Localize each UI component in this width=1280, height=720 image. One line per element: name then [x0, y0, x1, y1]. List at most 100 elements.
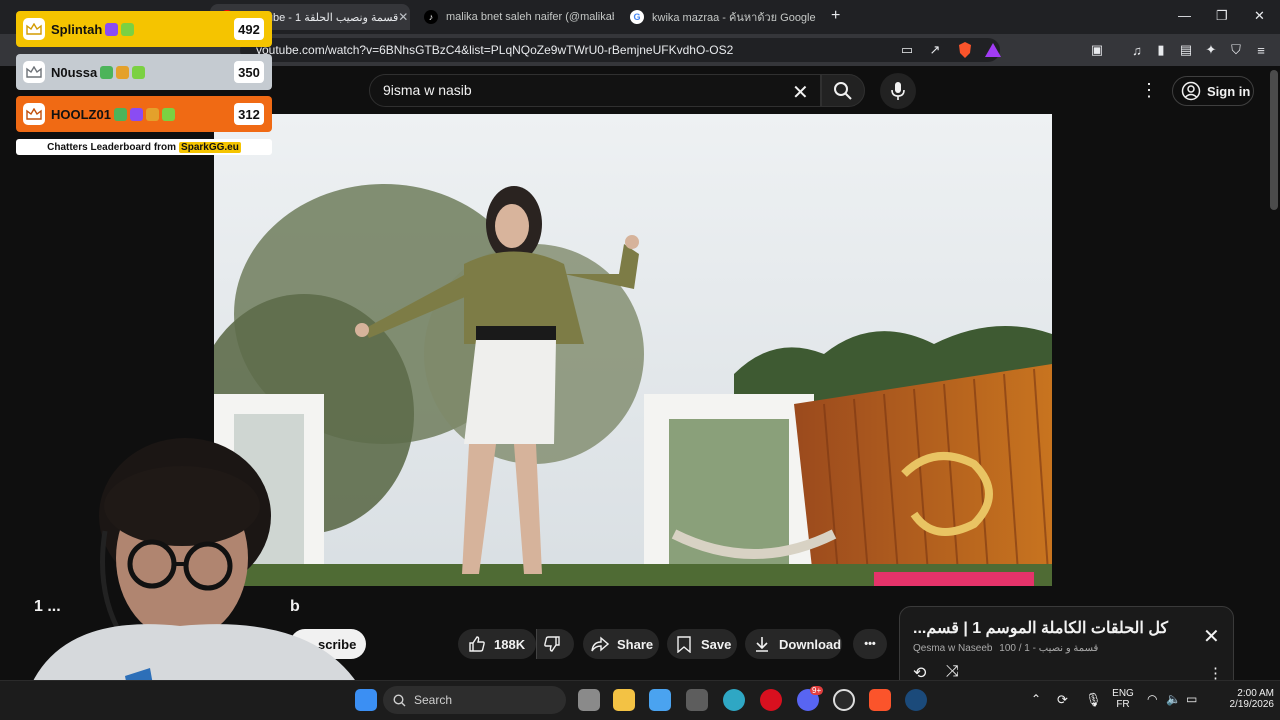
settings-menu-icon[interactable]: ⋮	[1140, 80, 1158, 101]
edge-icon[interactable]	[723, 689, 745, 711]
save-button[interactable]: Save	[667, 629, 737, 659]
brave-icon[interactable]	[869, 689, 891, 711]
leaderboard-name: HOOLZ01	[51, 106, 111, 122]
battery-icon[interactable]: ▭	[1186, 692, 1197, 706]
clock-time: 2:00 AM	[1237, 688, 1274, 699]
brave-shield-icon[interactable]	[957, 42, 973, 58]
steam-icon[interactable]	[905, 689, 927, 711]
webcam-overlay	[0, 436, 385, 720]
badge-icon	[105, 22, 119, 36]
wallet-icon[interactable]: ▤	[1178, 42, 1194, 58]
clock[interactable]: 2:00 AM 2/19/2026	[1212, 688, 1275, 710]
sign-in-label: Sign in	[1207, 83, 1251, 99]
mic-icon	[891, 82, 905, 100]
search-icon	[393, 693, 406, 706]
language-indicator[interactable]: ENG FR	[1111, 688, 1135, 710]
badge-icon	[100, 65, 114, 79]
tiktok-favicon-icon: ♪	[424, 10, 438, 24]
leaderboard-score: 492	[234, 18, 264, 40]
leaderboard-footer: Chatters Leaderboard from SparkGG.eu	[16, 139, 272, 155]
cast-icon[interactable]: ▭	[899, 42, 915, 58]
save-label: Save	[701, 636, 732, 652]
obs-icon[interactable]	[833, 689, 855, 711]
badge-icon	[132, 65, 146, 79]
screenshot-icon[interactable]: ▣	[1089, 42, 1105, 58]
file-explorer-icon[interactable]	[613, 689, 635, 711]
media-icon[interactable]: ♫	[1129, 42, 1145, 58]
share-button[interactable]: Share	[583, 629, 659, 659]
google-favicon-icon: G	[630, 10, 644, 24]
search-icon	[834, 81, 852, 100]
clock-date: 2/19/2026	[1229, 699, 1275, 710]
crown-icon	[23, 61, 45, 83]
tab-label: malika bnet saleh naifer (@malikabne…	[446, 11, 614, 23]
leaderboard-row: Splintah 492	[16, 11, 272, 47]
playlist-title[interactable]: كل الحلقات الكاملة الموسم 1 | قسم...	[913, 618, 1188, 638]
share-page-icon[interactable]: ↗	[927, 42, 943, 58]
like-icon	[469, 636, 485, 652]
minimize-button[interactable]: —	[1178, 8, 1191, 23]
maximize-button[interactable]: ❐	[1216, 8, 1228, 24]
badge-icon	[121, 22, 135, 36]
playlist-meta: Qesma w Naseeb قسمة و نصيب - 1 / 100	[913, 643, 1098, 654]
start-icon[interactable]	[355, 689, 377, 711]
tab-tiktok[interactable]: ♪ malika bnet saleh naifer (@malikabne…	[414, 4, 614, 30]
share-icon	[591, 636, 609, 652]
webcam-feed	[20, 438, 375, 720]
scrollbar[interactable]	[1270, 70, 1278, 210]
dislike-button[interactable]	[536, 629, 574, 659]
leaderboard-footer-text: Chatters Leaderboard from	[47, 141, 177, 153]
chevron-up-icon[interactable]: ⌃	[1031, 692, 1041, 706]
leo-ai-icon[interactable]: ✦	[1203, 42, 1219, 58]
save-icon	[677, 636, 691, 653]
download-button[interactable]: Download	[745, 629, 842, 659]
sync-icon[interactable]: ⟳	[1057, 692, 1068, 708]
leaderboard-score: 312	[234, 103, 264, 125]
leaderboard-row: HOOLZ01 312	[16, 96, 272, 132]
leaderboard-name: Splintah	[51, 21, 103, 37]
taskbar-search[interactable]: Search	[383, 686, 566, 714]
search-query[interactable]: 9isma w nasib	[383, 82, 472, 98]
like-count: 188K	[494, 636, 526, 652]
mic-icon[interactable]: 🎙	[1085, 692, 1102, 708]
store-icon[interactable]	[649, 689, 671, 711]
badge-icon	[113, 107, 127, 121]
vpn-icon[interactable]: ⛉	[1228, 42, 1244, 58]
badge-icon	[161, 107, 175, 121]
sidebar-icon[interactable]: ▮	[1153, 42, 1169, 58]
playlist-channel[interactable]: Qesma w Naseeb	[913, 643, 992, 654]
menu-icon[interactable]: ≡	[1253, 42, 1269, 58]
url-text[interactable]: youtube.com/watch?v=6BNhsGTBzC4&list=PLq…	[256, 43, 733, 57]
brave-rewards-icon[interactable]	[985, 42, 1001, 58]
badge-icon	[129, 107, 143, 121]
leaderboard-brand: SparkGG.eu	[179, 141, 241, 153]
shuffle-icon[interactable]: ⤨	[946, 663, 959, 681]
close-window-button[interactable]: ✕	[1254, 8, 1265, 24]
leaderboard-score: 350	[234, 61, 264, 83]
close-tab-icon[interactable]: ✕	[398, 10, 408, 24]
like-button[interactable]: 188K	[458, 629, 536, 659]
task-view-icon[interactable]	[578, 689, 600, 711]
crown-icon	[23, 18, 45, 40]
taskbar-search-placeholder: Search	[414, 693, 453, 707]
leaderboard-row: N0ussa 350	[16, 54, 272, 90]
tab-label: kwika mazraa - ค้นหาด้วย Google	[652, 12, 816, 24]
opera-icon[interactable]	[760, 689, 782, 711]
playlist-sub: قسمة و نصيب - 1 / 100	[999, 643, 1099, 654]
new-tab-button[interactable]: +	[831, 7, 840, 25]
more-actions-button[interactable]: •••	[853, 629, 887, 659]
download-icon	[756, 637, 768, 652]
search-button[interactable]	[821, 74, 865, 107]
clear-search-icon[interactable]: ✕	[792, 80, 809, 105]
more-actions-icon: •••	[864, 638, 876, 650]
download-label: Download	[779, 636, 842, 652]
volume-icon[interactable]: 🔈	[1166, 692, 1181, 706]
tab-google[interactable]: G kwika mazraa - ค้นหาด้วย Google	[620, 4, 820, 30]
app-icon[interactable]	[686, 689, 708, 711]
wifi-icon[interactable]: ◠	[1147, 692, 1157, 706]
close-playlist-button[interactable]: ✕	[1203, 624, 1220, 649]
sign-in-button[interactable]: Sign in	[1172, 76, 1254, 106]
voice-search-button[interactable]	[880, 73, 916, 109]
dislike-icon	[544, 636, 560, 652]
language-top: ENG	[1112, 688, 1134, 699]
